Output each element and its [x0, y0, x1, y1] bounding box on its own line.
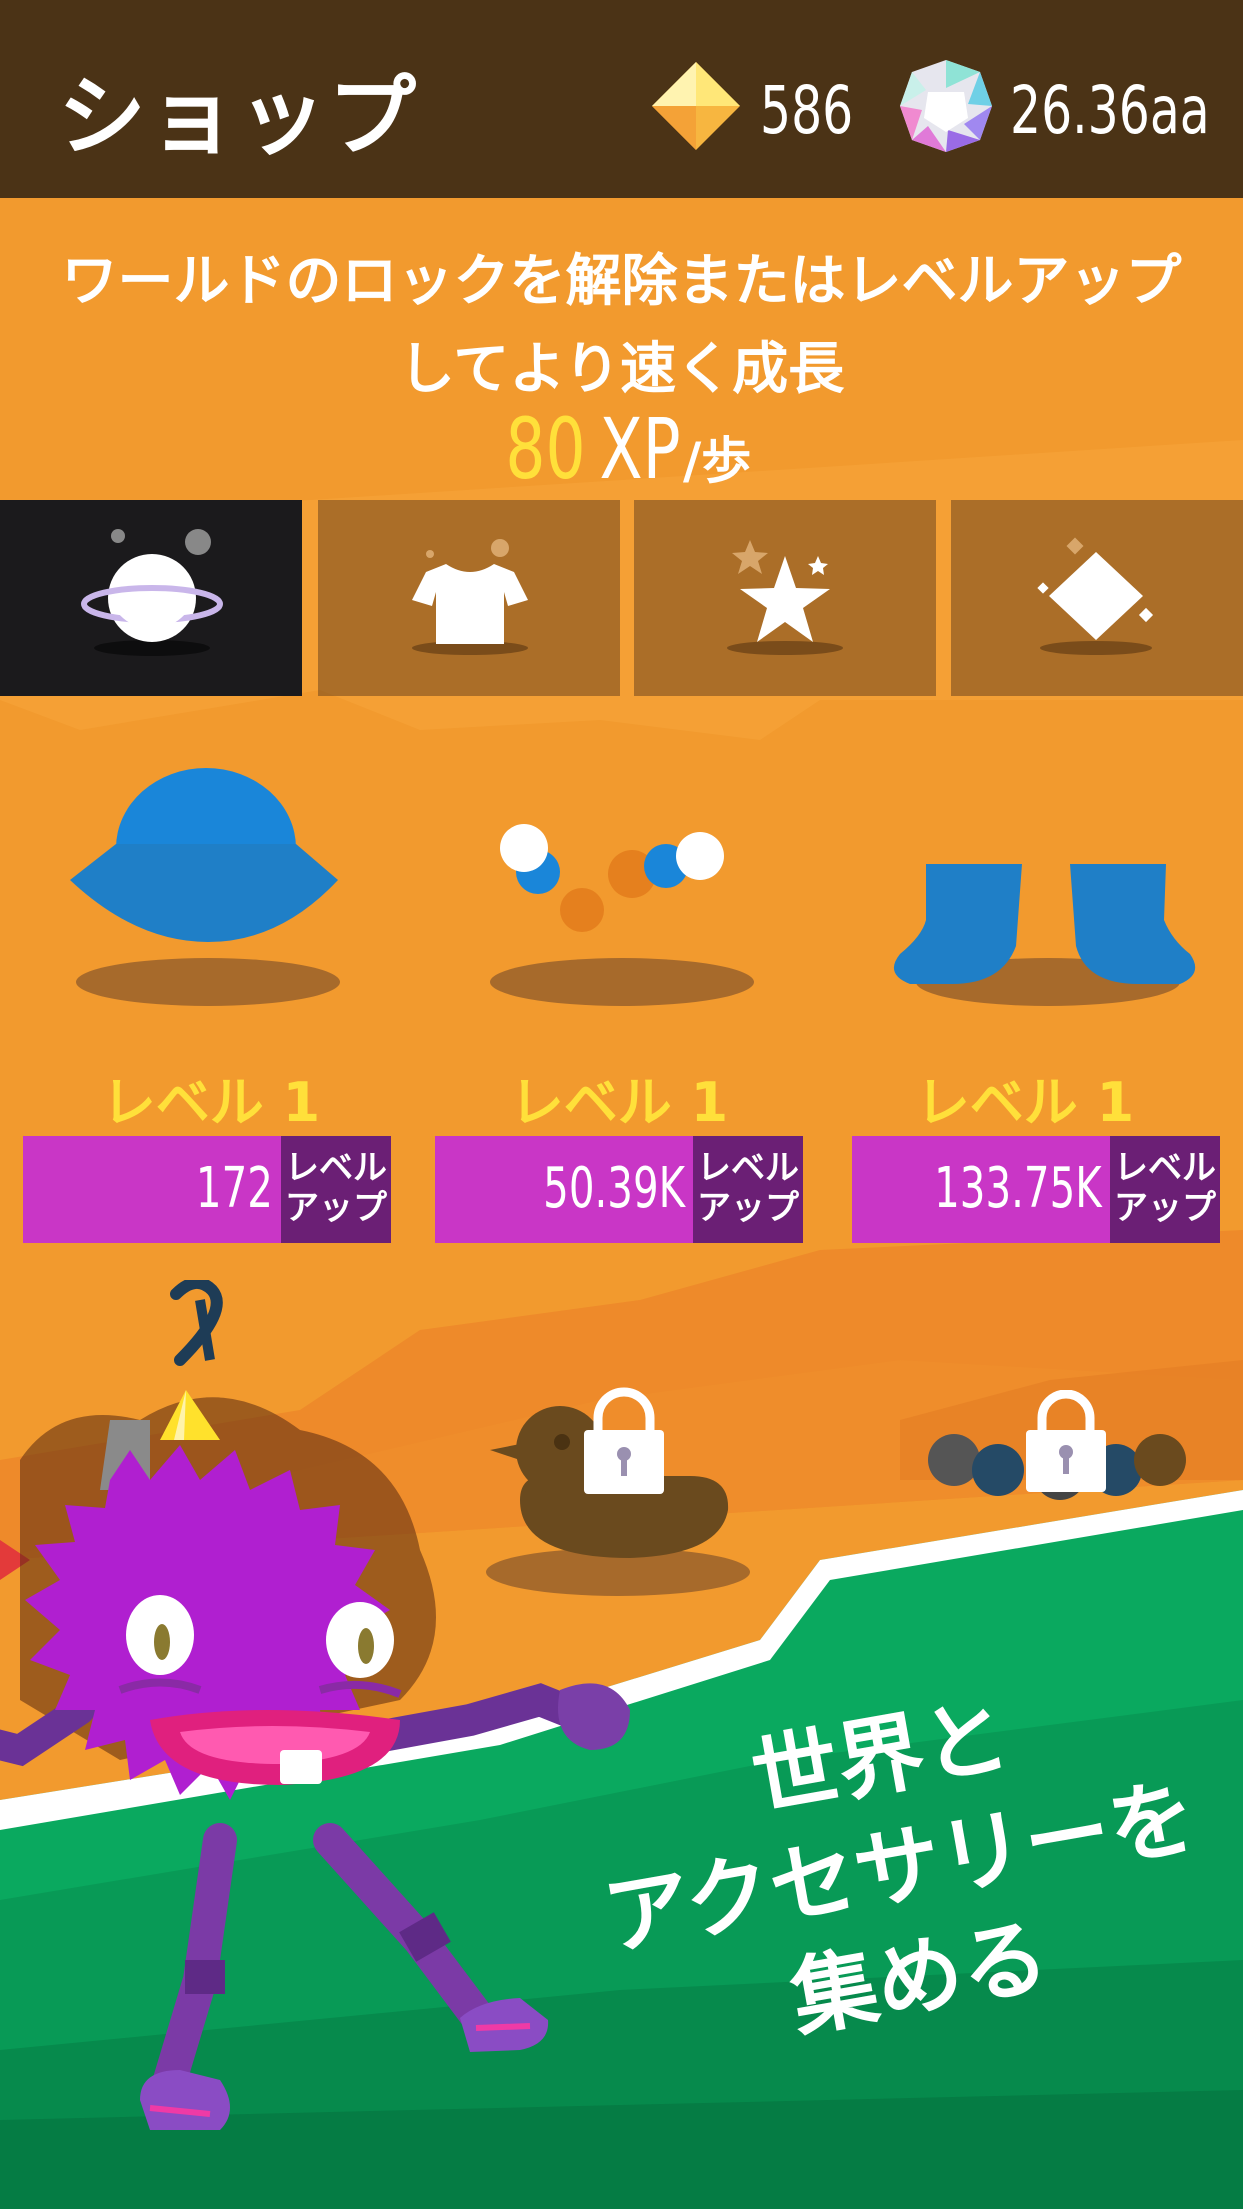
beads-icon	[490, 824, 754, 1006]
crystal-icon	[900, 60, 992, 152]
page-title: ショップ	[58, 65, 419, 168]
item-1-price: 172	[196, 1156, 273, 1221]
tab-worlds[interactable]	[0, 500, 302, 696]
tab-diamonds[interactable]	[951, 500, 1243, 696]
headline-line-2: してより速く成長	[398, 337, 845, 402]
lock-icon	[1026, 1390, 1106, 1492]
item-3-purchase[interactable]: 133.75K レベル アップ	[852, 1136, 1220, 1243]
hat-icon	[70, 768, 340, 1006]
xp-unit: XP	[599, 400, 681, 498]
item-1-purchase[interactable]: 172 レベル アップ	[23, 1136, 391, 1243]
headline-line-1: ワールドのロックを解除またはレベルアップ	[61, 249, 1182, 314]
xp-value: 80	[505, 400, 586, 498]
diamond-icon	[1037, 537, 1154, 655]
purple-monster-character	[0, 1280, 630, 2130]
boots-icon	[893, 864, 1196, 1006]
item-1-level: レベル 1	[101, 1071, 321, 1134]
gem-counter[interactable]: 586	[648, 58, 868, 158]
item-3-price: 133.75K	[934, 1156, 1102, 1221]
item-1-levelup-button[interactable]: レベル アップ	[281, 1136, 391, 1243]
item-2-level: レベル 1	[509, 1071, 729, 1134]
tshirt-icon	[412, 539, 528, 655]
crystal-counter[interactable]: 26.36aa	[898, 58, 1228, 158]
xp-per-step: /歩	[683, 432, 752, 490]
star-icon	[727, 540, 843, 655]
item-2-price: 50.39K	[543, 1156, 685, 1221]
item-2-levelup-button[interactable]: レベル アップ	[693, 1136, 803, 1243]
gem-count: 586	[760, 72, 854, 149]
locked-beads-item[interactable]	[920, 1390, 1200, 1540]
item-3-level: レベル 1	[915, 1071, 1135, 1134]
yellow-gem-icon	[652, 62, 740, 150]
planet-icon	[81, 529, 223, 656]
item-3-levelup-button[interactable]: レベル アップ	[1110, 1136, 1220, 1243]
tab-clothing[interactable]	[318, 500, 620, 696]
tab-stars[interactable]	[634, 500, 936, 696]
top-bar: ショップ 586 26.36aa	[0, 0, 1243, 198]
crystal-count: 26.36aa	[1010, 72, 1210, 149]
xp-rate: 80 XP /歩	[0, 400, 1243, 498]
item-2-purchase[interactable]: 50.39K レベル アップ	[435, 1136, 803, 1243]
